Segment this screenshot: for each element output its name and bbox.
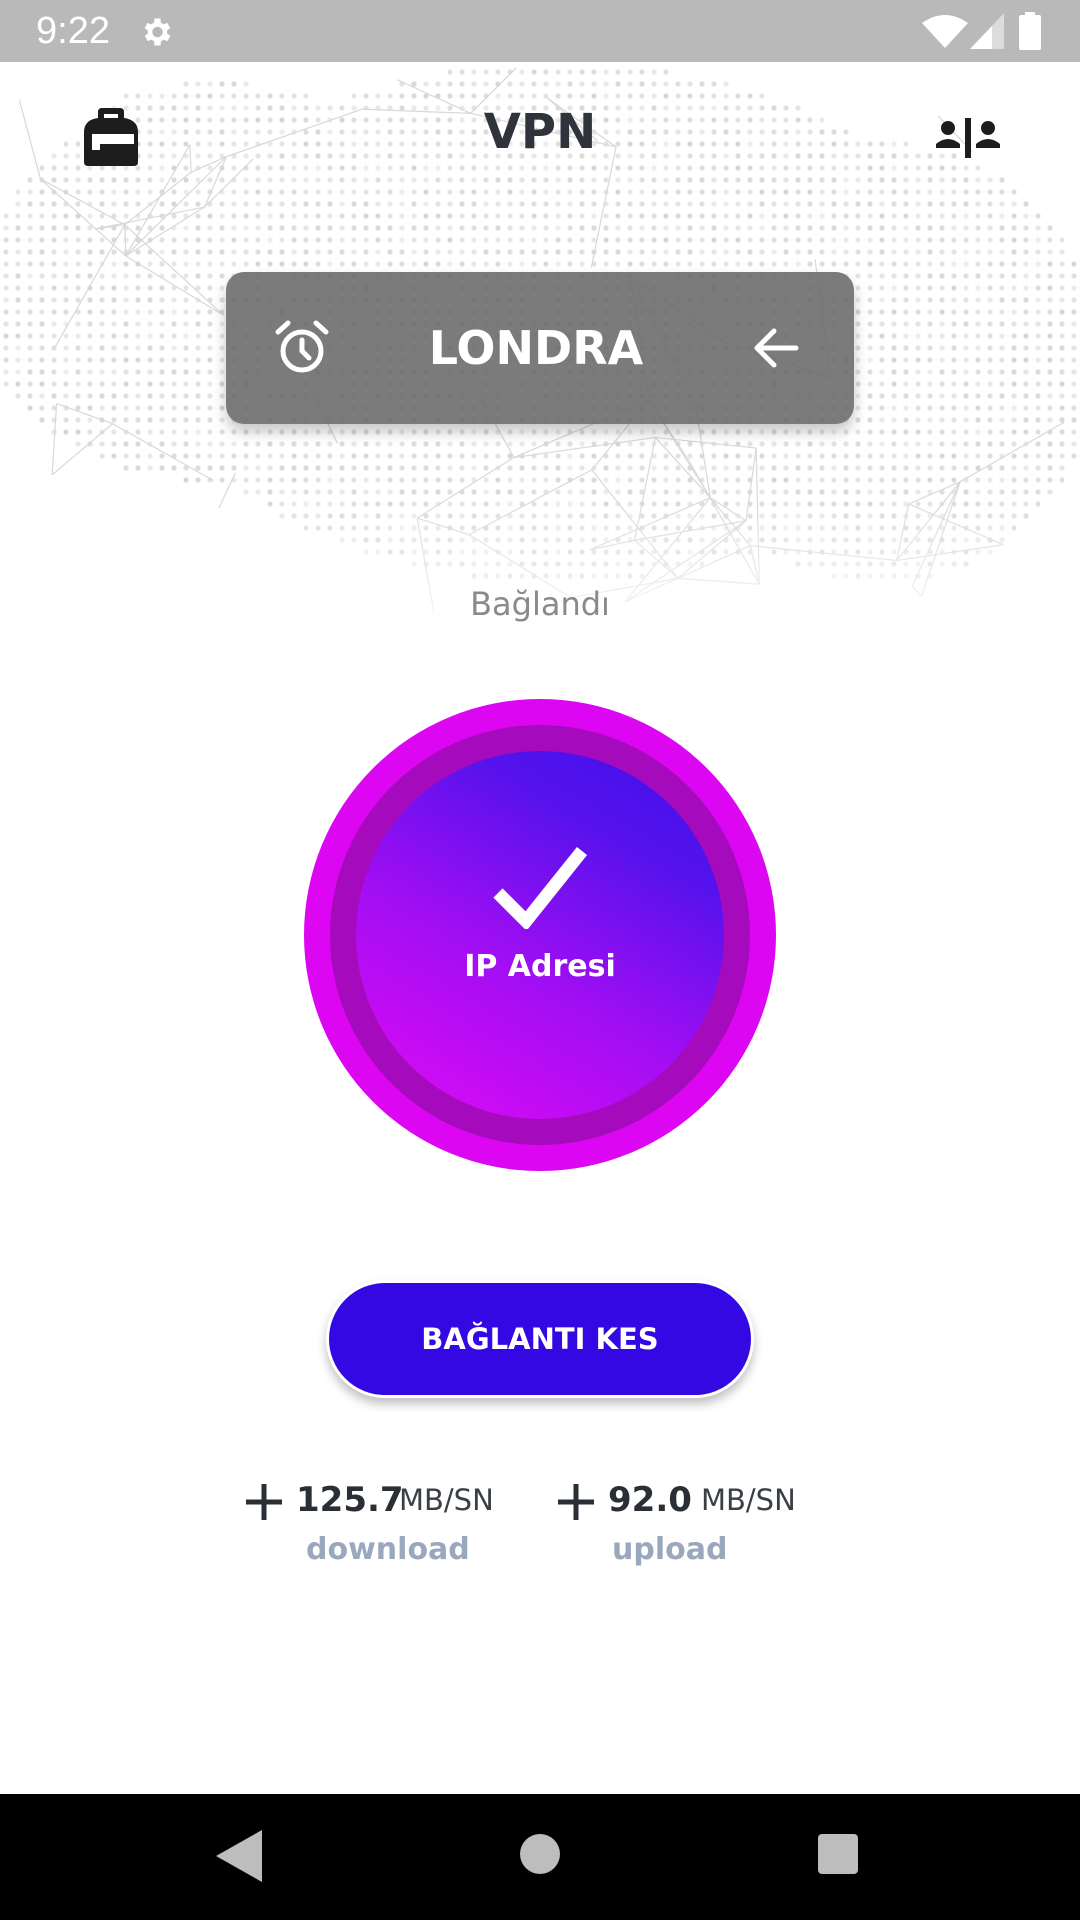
navigation-bar bbox=[0, 1794, 1080, 1920]
page-title: VPN bbox=[483, 104, 597, 160]
check-icon bbox=[493, 846, 588, 929]
download-stat: 125.7 MB/SN download bbox=[244, 1474, 544, 1574]
disconnect-button[interactable]: BAĞLANTI KES bbox=[326, 1280, 754, 1398]
connect-ring: IP Adresi bbox=[330, 725, 750, 1145]
status-time: 9:22 bbox=[36, 10, 110, 52]
users-icon[interactable] bbox=[936, 118, 1000, 158]
battery-icon bbox=[1019, 12, 1041, 50]
plus-icon bbox=[246, 1484, 282, 1520]
upload-label: upload bbox=[612, 1532, 728, 1567]
wifi-icon bbox=[922, 15, 968, 48]
download-label: download bbox=[306, 1532, 470, 1567]
alarm-clock-icon bbox=[275, 320, 329, 373]
backpack-icon[interactable] bbox=[84, 108, 138, 166]
arrow-left-icon bbox=[754, 328, 799, 368]
signal-icon bbox=[970, 13, 1004, 49]
back-icon[interactable] bbox=[216, 1830, 262, 1882]
status-bar: 9:22 bbox=[0, 0, 1080, 62]
gear-icon bbox=[144, 18, 171, 46]
home-icon[interactable] bbox=[520, 1834, 560, 1874]
upload-stat: 92.0 MB/SN upload bbox=[556, 1474, 856, 1574]
connect-core: IP Adresi bbox=[356, 751, 724, 1119]
recents-icon[interactable] bbox=[818, 1834, 858, 1874]
plus-icon bbox=[558, 1484, 594, 1520]
download-value: 125.7 bbox=[296, 1480, 404, 1520]
upload-value: 92.0 bbox=[608, 1480, 692, 1520]
connect-toggle-button[interactable]: IP Adresi bbox=[304, 699, 776, 1171]
upload-unit: MB/SN bbox=[701, 1483, 796, 1517]
connection-status: Bağlandı bbox=[470, 585, 610, 623]
location-selector[interactable]: LONDRA bbox=[226, 272, 854, 424]
ip-address-label: IP Adresi bbox=[464, 949, 616, 984]
location-name: LONDRA bbox=[428, 321, 644, 375]
download-unit: MB/SN bbox=[399, 1483, 494, 1517]
